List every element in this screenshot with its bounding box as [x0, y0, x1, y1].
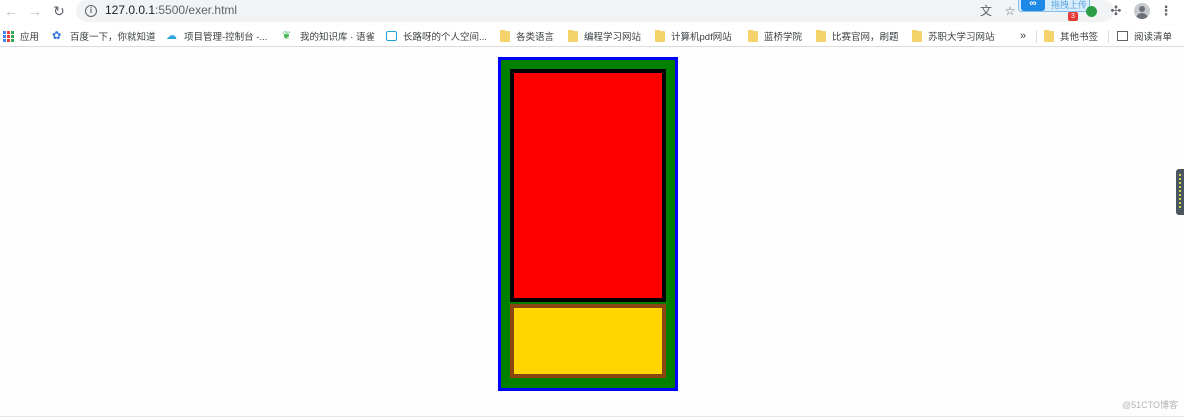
bookmarks-overflow-button[interactable]: »	[1020, 28, 1026, 44]
folder-icon	[500, 29, 510, 42]
bookmarks-separator	[1036, 30, 1037, 43]
folder-icon	[748, 29, 758, 42]
bookmark-other[interactable]: 其他书签	[1044, 28, 1098, 44]
bookmark-baidu[interactable]: ✿ 百度一下，你就知道	[52, 28, 156, 44]
cloud-icon: ☁	[166, 30, 177, 42]
bookmark-label: 百度一下，你就知道	[70, 32, 156, 43]
bilibili-tv-icon	[386, 31, 397, 41]
folder-icon	[1044, 29, 1054, 42]
bookmark-label: 项目管理-控制台 -...	[184, 32, 268, 43]
address-bar[interactable]: i 127.0.0.1:5500/exer.html 文 ☆	[76, 0, 1114, 22]
extension-popup-label: 拖拽上传	[1051, 0, 1088, 10]
bookmark-folder-languages[interactable]: 各类语言	[500, 28, 554, 44]
bookmark-star-icon[interactable]: ☆	[1002, 3, 1018, 19]
bookmarks-separator	[1108, 30, 1109, 43]
forward-arrow-icon[interactable]: →	[26, 2, 44, 20]
back-arrow-icon[interactable]: ←	[2, 2, 20, 20]
bookmark-label: 计算机pdf网站	[671, 32, 732, 43]
bookmarks-bar: 应用 ✿ 百度一下，你就知道 ☁ 项目管理-控制台 -... ❦ 我的知识库 ·…	[0, 25, 1184, 47]
puzzle-extensions-icon[interactable]: ✣	[1108, 3, 1124, 19]
baidu-paw-icon: ✿	[52, 30, 62, 42]
bookmark-folder-contest[interactable]: 比赛官网，刷题	[816, 28, 899, 44]
red-box	[510, 69, 666, 302]
watermark-text: @51CTO博客	[1122, 400, 1178, 410]
bookmark-bilibili[interactable]: 长路呀的个人空间...	[386, 28, 487, 44]
side-panel-handle[interactable]	[1176, 169, 1184, 215]
outer-container-box	[498, 57, 678, 391]
bookmark-folder-university[interactable]: 苏职大学习网站	[912, 28, 995, 44]
bookmark-project-console[interactable]: ☁ 项目管理-控制台 -...	[166, 28, 267, 44]
profile-avatar[interactable]	[1134, 3, 1150, 19]
other-bookmarks-label: 其他书签	[1060, 32, 1099, 43]
translate-icon[interactable]: 文	[978, 3, 994, 19]
reading-list-label: 阅读清单	[1134, 32, 1173, 43]
url-path: :5500/exer.html	[155, 3, 238, 17]
extension-count-badge: 3	[1068, 12, 1078, 21]
bookmark-label: 我的知识库 · 语雀	[300, 32, 375, 43]
bookmark-label: 蓝桥学院	[764, 32, 803, 43]
url-text[interactable]: 127.0.0.1:5500/exer.html	[105, 3, 237, 17]
page-viewport: @51CTO博客	[0, 48, 1184, 417]
bookmark-label: 各类语言	[516, 32, 555, 43]
apps-grid-icon	[3, 30, 14, 42]
bookmark-yuque[interactable]: ❦ 我的知识库 · 语雀	[282, 28, 375, 44]
site-info-icon[interactable]: i	[85, 5, 97, 17]
bookmark-apps[interactable]: 应用	[3, 28, 39, 44]
yellow-box	[510, 304, 666, 378]
folder-icon	[655, 29, 665, 42]
reading-list-icon	[1117, 31, 1128, 41]
bookmark-folder-lanqiao[interactable]: 蓝桥学院	[748, 28, 802, 44]
bookmark-label: 比赛官网，刷题	[832, 32, 899, 43]
infinity-logo-icon: ∞	[1021, 0, 1045, 11]
reload-icon[interactable]: ↻	[50, 2, 68, 20]
bookmark-label: 应用	[20, 32, 40, 43]
reading-list[interactable]: 阅读清单	[1117, 28, 1172, 44]
bookmark-folder-coding[interactable]: 编程学习网站	[568, 28, 641, 44]
bookmark-label: 苏职大学习网站	[928, 32, 995, 43]
green-extension-icon[interactable]	[1086, 6, 1097, 17]
url-host: 127.0.0.1	[105, 3, 156, 17]
yuque-leaf-icon: ❦	[282, 30, 292, 42]
bookmark-folder-pdf[interactable]: 计算机pdf网站	[655, 28, 732, 44]
kebab-menu-icon[interactable]: ⋮	[1158, 3, 1174, 19]
extension-popup[interactable]: ∞ 拖拽上传	[1018, 0, 1090, 12]
folder-icon	[568, 29, 578, 42]
folder-icon	[912, 29, 922, 42]
bookmark-label: 长路呀的个人空间...	[403, 32, 487, 43]
folder-icon	[816, 29, 826, 42]
bookmark-label: 编程学习网站	[584, 32, 642, 43]
browser-toolbar: ← → ↻ i 127.0.0.1:5500/exer.html 文 ☆ ∞ 拖…	[0, 0, 1184, 23]
